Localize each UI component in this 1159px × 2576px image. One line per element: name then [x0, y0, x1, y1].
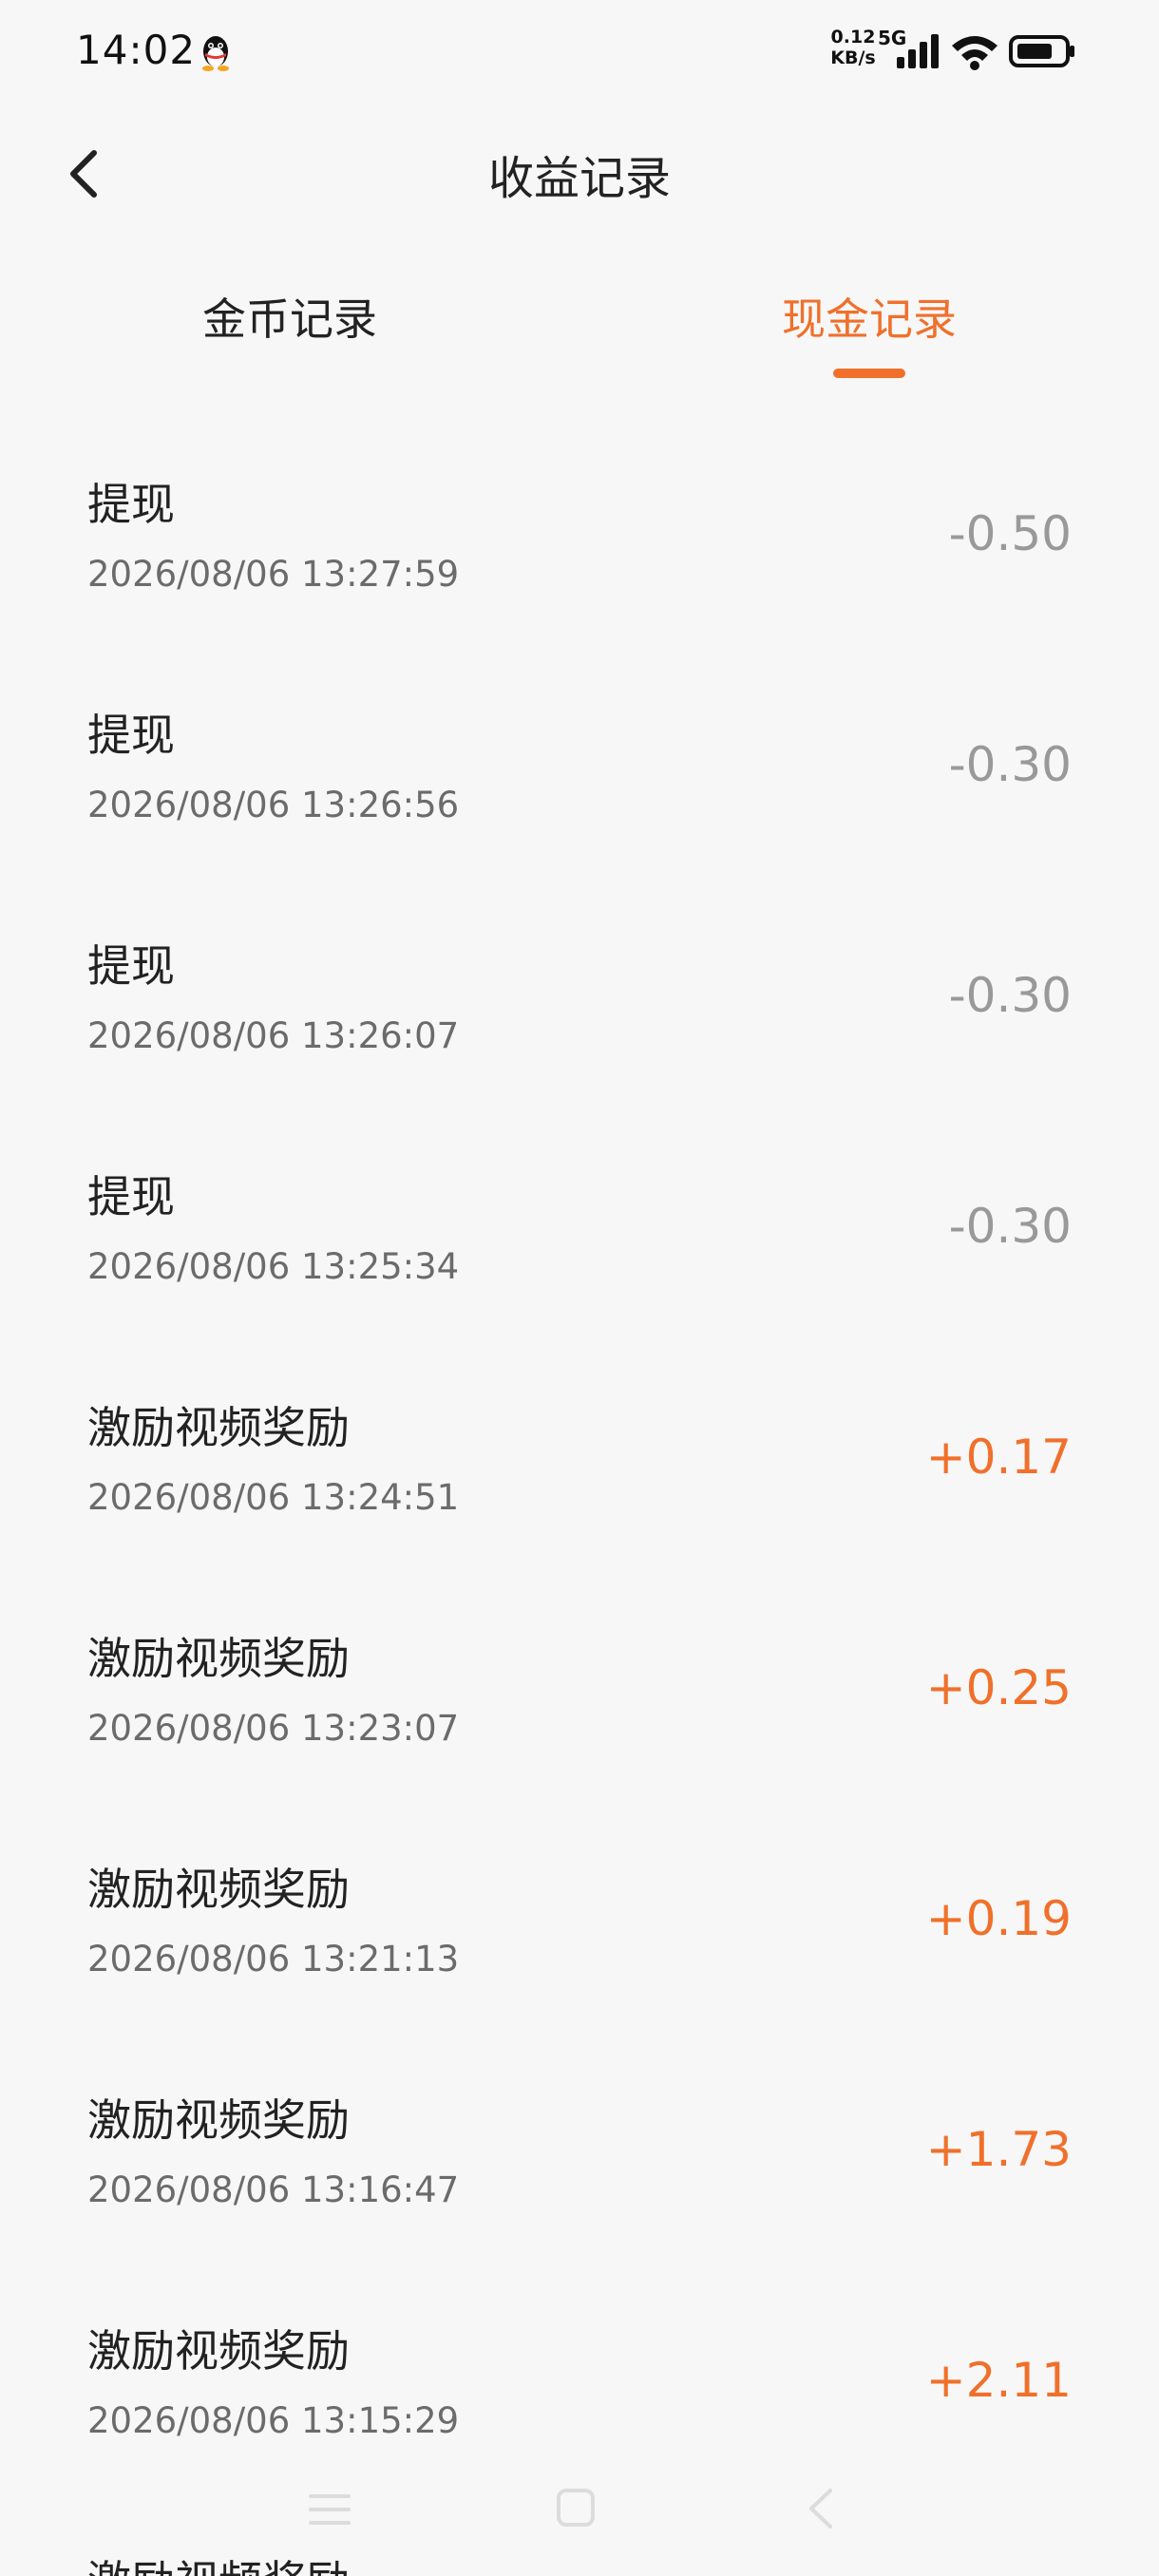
record-amount: +0.17 — [925, 1430, 1072, 1485]
page-title: 收益记录 — [487, 152, 671, 205]
record-time: 2026/08/06 13:27:59 — [87, 554, 460, 595]
record-amount: -0.50 — [948, 506, 1072, 561]
list-item[interactable]: 激励视频奖励 — [0, 2548, 1159, 2576]
record-name: 激励视频奖励 — [87, 1864, 350, 1915]
qq-penguin-icon — [202, 36, 229, 71]
wifi-icon — [952, 36, 998, 70]
net-speed-value: 0.12 — [830, 27, 876, 47]
record-time: 2026/08/06 13:15:29 — [87, 2400, 460, 2441]
record-amount: -0.30 — [948, 1199, 1072, 1254]
record-amount: +0.25 — [925, 1660, 1072, 1715]
list-item[interactable]: 提现 2026/08/06 13:25:34 -0.30 — [0, 1163, 1159, 1393]
net-speed: 0.12 KB/s — [826, 27, 880, 68]
record-time: 2026/08/06 13:21:13 — [87, 1939, 460, 1979]
back-icon[interactable] — [804, 2487, 836, 2530]
system-navigation-bar — [0, 2470, 1159, 2546]
list-item[interactable]: 激励视频奖励 2026/08/06 13:23:07 +0.25 — [0, 1624, 1159, 1855]
record-name: 激励视频奖励 — [87, 1402, 350, 1453]
tab-coin-records[interactable]: 金币记录 — [100, 285, 480, 370]
record-time: 2026/08/06 13:26:07 — [87, 1015, 460, 1056]
list-item[interactable]: 提现 2026/08/06 13:26:07 -0.30 — [0, 932, 1159, 1163]
record-name: 激励视频奖励 — [87, 2548, 350, 2576]
record-amount: -0.30 — [948, 737, 1072, 792]
record-amount: -0.30 — [948, 968, 1072, 1023]
record-time: 2026/08/06 13:23:07 — [87, 1708, 460, 1749]
signal-icon — [897, 34, 939, 68]
header: 收益记录 — [0, 104, 1159, 247]
record-name: 激励视频奖励 — [87, 2325, 350, 2377]
record-name: 激励视频奖励 — [87, 1633, 350, 1684]
record-time: 2026/08/06 13:25:34 — [87, 1246, 460, 1287]
list-item[interactable]: 激励视频奖励 2026/08/06 13:16:47 +1.73 — [0, 2086, 1159, 2317]
record-name: 提现 — [87, 710, 175, 761]
record-amount: +1.73 — [925, 2122, 1072, 2177]
tab-cash-records[interactable]: 现金记录 — [679, 285, 1059, 370]
record-name: 提现 — [87, 479, 175, 530]
list-item[interactable]: 提现 2026/08/06 13:27:59 -0.50 — [0, 470, 1159, 701]
record-amount: +0.19 — [925, 1891, 1072, 1946]
record-name: 激励视频奖励 — [87, 2094, 350, 2146]
tab-bar: 金币记录 现金记录 — [0, 266, 1159, 389]
net-speed-unit: KB/s — [830, 47, 876, 68]
list-item[interactable]: 激励视频奖励 2026/08/06 13:21:13 +0.19 — [0, 1855, 1159, 2086]
list-item[interactable]: 提现 2026/08/06 13:26:56 -0.30 — [0, 701, 1159, 932]
list-item[interactable]: 激励视频奖励 2026/08/06 13:24:51 +0.17 — [0, 1393, 1159, 1624]
home-icon[interactable] — [555, 2487, 597, 2529]
battery-icon — [1009, 35, 1074, 67]
record-amount: +2.11 — [925, 2353, 1072, 2408]
record-time: 2026/08/06 13:24:51 — [87, 1477, 460, 1518]
record-name: 提现 — [87, 940, 175, 992]
status-time: 14:02 — [76, 27, 197, 73]
menu-icon[interactable] — [306, 2491, 353, 2529]
record-time: 2026/08/06 13:16:47 — [87, 2169, 460, 2210]
active-tab-indicator — [833, 369, 905, 378]
record-name: 提现 — [87, 1171, 175, 1222]
record-time: 2026/08/06 13:26:56 — [87, 785, 460, 825]
status-bar: 14:02 0.12 KB/s 5G — [0, 0, 1159, 104]
